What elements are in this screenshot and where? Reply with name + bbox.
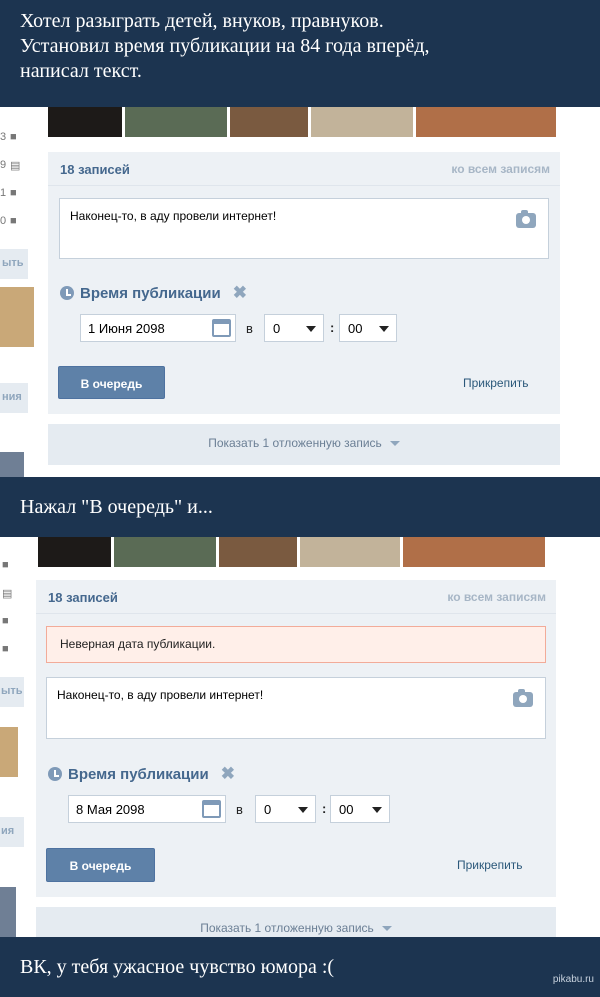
camera-icon: ■ [10, 131, 17, 143]
list-icon: ▤ [2, 588, 13, 600]
sidebar-fragment: ■ ▤ ■ ■ ыть ия [0, 537, 28, 937]
minute-select[interactable]: 00 [330, 795, 390, 823]
clock-icon [48, 767, 62, 781]
queue-button[interactable]: В очередь [58, 366, 165, 399]
sidebar-cut-label: ия [0, 817, 24, 847]
photo-thumb[interactable] [403, 537, 545, 567]
calendar-icon[interactable] [202, 800, 221, 818]
photo-thumb[interactable] [48, 107, 122, 137]
photo-thumb[interactable] [114, 537, 216, 567]
sidebar-cut-label: ния [0, 383, 28, 413]
chevron-down-icon [379, 326, 389, 332]
close-icon[interactable]: ✖ [221, 764, 235, 784]
watermark: pikabu.ru [552, 974, 594, 985]
users-icon: ■ [2, 643, 9, 655]
camera-icon: ■ [2, 559, 9, 571]
at-label: в [246, 321, 253, 336]
post-textarea[interactable]: Наконец-то, в аду провели интернет! [46, 677, 546, 739]
close-icon[interactable]: ✖ [233, 283, 247, 303]
wall-header: 18 записей ко всем записям [36, 580, 556, 614]
caption-line: Хотел разыграть детей, внуков, правнуков… [20, 10, 384, 32]
caption-bottom: ВК, у тебя ужасное чувство юмора :( pika… [0, 937, 600, 997]
photo-thumb[interactable] [219, 537, 297, 567]
attach-link[interactable]: Прикрепить [463, 376, 529, 390]
caption-middle: Нажал "В очередь" и... [0, 477, 600, 537]
count: 1 [0, 187, 7, 199]
hour-select[interactable]: 0 [264, 314, 324, 342]
count: 3 [0, 131, 7, 143]
post-textarea[interactable]: Наконец-то, в аду провели интернет! [59, 198, 549, 259]
date-input[interactable]: 1 Июня 2098 [80, 314, 236, 342]
calendar-icon[interactable] [212, 319, 231, 337]
count: 0 [0, 215, 7, 227]
queue-button[interactable]: В очередь [46, 848, 155, 882]
photo-thumb[interactable] [300, 537, 400, 567]
publish-time-label: Время публикации ✖ [60, 283, 247, 303]
show-postponed-link[interactable]: Показать 1 отложенную запись [48, 424, 560, 465]
count: 9 [0, 159, 7, 171]
photo-thumb[interactable] [230, 107, 308, 137]
photo-strip [38, 537, 545, 567]
wall-header: 18 записей ко всем записям [48, 152, 560, 186]
sidebar-cut-button[interactable]: ыть [0, 249, 28, 279]
wall-post-form: 18 записей ко всем записям Наконец-то, в… [48, 152, 560, 414]
users-icon: ■ [10, 215, 17, 227]
sidebar-cut-button[interactable]: ыть [0, 677, 24, 707]
list-icon: ▤ [10, 160, 21, 172]
posts-count: 18 записей [48, 590, 118, 605]
caption-line: написал текст. [20, 60, 142, 82]
minute-select[interactable]: 00 [339, 314, 397, 342]
photo-thumb[interactable] [125, 107, 227, 137]
post-text: Наконец-то, в аду провели интернет! [57, 688, 264, 702]
caption-top: Хотел разыграть детей, внуков, правнуков… [0, 0, 600, 107]
gift-icon: ■ [10, 187, 17, 199]
camera-icon[interactable] [516, 210, 536, 228]
sidebar-image [0, 287, 34, 347]
attach-link[interactable]: Прикрепить [457, 858, 523, 872]
wall-post-form: 18 записей ко всем записям Неверная дата… [36, 580, 556, 897]
date-input[interactable]: 8 Мая 2098 [68, 795, 226, 823]
caption-line: Установил время публикации на 84 года вп… [20, 35, 430, 57]
clock-icon [60, 286, 74, 300]
chevron-down-icon [381, 926, 392, 932]
chevron-down-icon [298, 807, 308, 813]
photo-thumb[interactable] [416, 107, 556, 137]
at-label: в [236, 802, 243, 817]
photo-thumb[interactable] [311, 107, 413, 137]
sidebar-image [0, 887, 16, 937]
chevron-down-icon [372, 807, 382, 813]
gift-icon: ■ [2, 615, 9, 627]
all-posts-link[interactable]: ко всем записям [447, 590, 546, 604]
chevron-down-icon [306, 326, 316, 332]
all-posts-link[interactable]: ко всем записям [451, 162, 550, 176]
show-postponed-link[interactable]: Показать 1 отложенную запись [36, 907, 556, 937]
posts-count: 18 записей [60, 162, 130, 177]
time-colon: : [322, 801, 327, 816]
post-text: Наконец-то, в аду провели интернет! [70, 209, 277, 223]
error-message: Неверная дата публикации. [46, 626, 546, 663]
chevron-down-icon [389, 441, 400, 447]
publish-time-label: Время публикации ✖ [48, 764, 235, 784]
time-colon: : [330, 320, 335, 335]
camera-icon[interactable] [513, 689, 533, 707]
photo-strip [48, 107, 556, 137]
hour-select[interactable]: 0 [255, 795, 316, 823]
sidebar-image [0, 452, 24, 477]
sidebar-image [0, 727, 18, 777]
photo-thumb[interactable] [38, 537, 111, 567]
sidebar-fragment: 3 ■ 9 ▤ 1 ■ 0 ■ ыть ния [0, 107, 38, 477]
